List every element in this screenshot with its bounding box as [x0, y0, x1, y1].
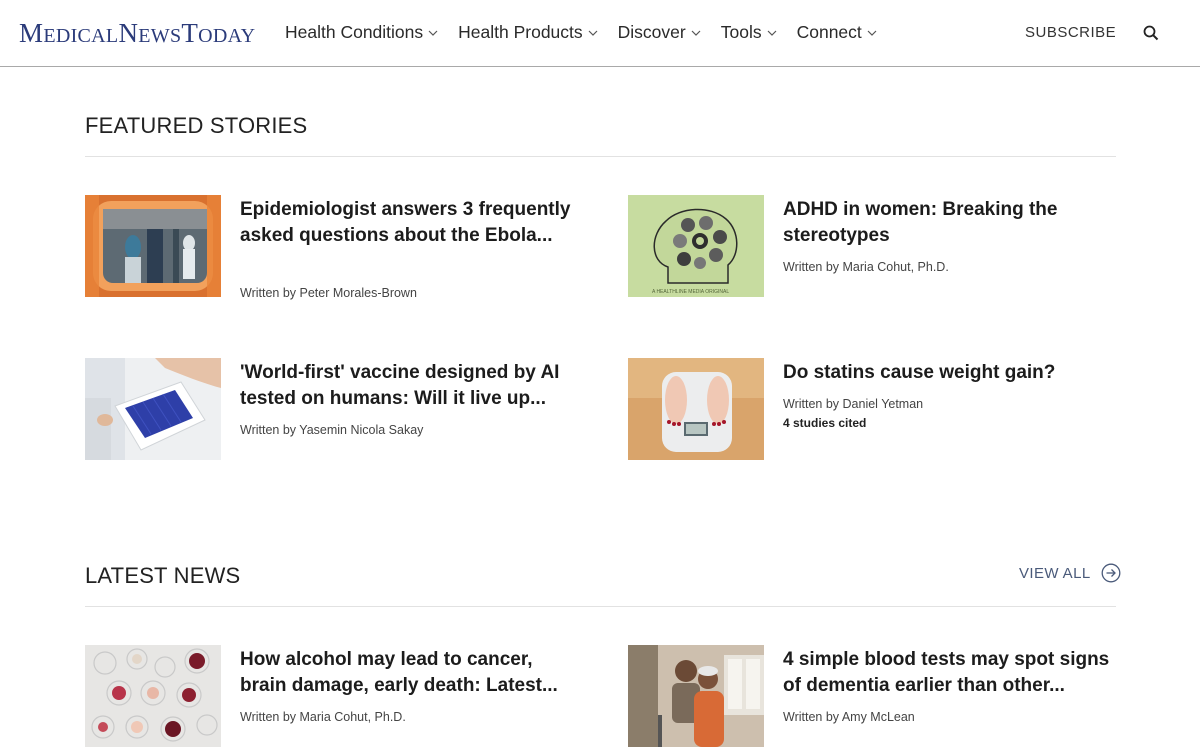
image-caption: A HEALTHLINE MEDIA ORIGINAL [652, 289, 729, 295]
search-icon[interactable] [1143, 25, 1159, 41]
wine-glasses-image [85, 645, 221, 747]
story-thumbnail [85, 645, 221, 747]
nav-label: Health Products [458, 22, 583, 42]
main-nav: Health Conditions Health Products Discov… [285, 22, 897, 43]
view-all-label: VIEW ALL [1019, 564, 1091, 582]
chevron-down-icon [691, 30, 701, 36]
section-divider [85, 156, 1116, 157]
story-author: Written by Amy McLean [783, 710, 915, 724]
story-author: Written by Yasemin Nicola Sakay [240, 423, 424, 437]
nav-label: Discover [617, 22, 686, 42]
latest-news-card[interactable]: How alcohol may lead to cancer, brain da… [85, 645, 558, 750]
logo-part: EDICAL [43, 25, 119, 47]
latest-news-card[interactable]: 4 simple blood tests may spot signs of d… [628, 645, 1109, 750]
scale-photo-image [628, 358, 764, 460]
vaccine-vials-image [85, 358, 221, 460]
nav-health-products[interactable]: Health Products [458, 22, 598, 43]
story-author: Written by Maria Cohut, Ph.D. [783, 260, 949, 274]
chevron-down-icon [588, 30, 598, 36]
story-author: Written by Daniel Yetman [783, 397, 924, 411]
logo-letter: T [181, 18, 199, 48]
nav-label: Connect [796, 22, 862, 42]
story-title[interactable]: Epidemiologist answers 3 frequently aske… [240, 197, 580, 249]
featured-story-card[interactable]: Epidemiologist answers 3 frequently aske… [85, 195, 570, 305]
older-women-image [628, 645, 764, 747]
nav-tools[interactable]: Tools [721, 22, 777, 43]
subscribe-button[interactable]: SUBSCRIBE [1025, 24, 1116, 41]
featured-story-card[interactable]: A HEALTHLINE MEDIA ORIGINAL ADHD in wome… [628, 195, 1098, 305]
story-title[interactable]: 4 simple blood tests may spot signs of d… [783, 647, 1123, 699]
logo-letter: N [118, 18, 139, 48]
story-thumbnail [628, 645, 764, 747]
story-thumbnail [85, 358, 221, 460]
chevron-down-icon [428, 30, 438, 36]
story-author: Written by Peter Morales-Brown [240, 286, 417, 300]
logo-letter: M [19, 18, 44, 48]
nav-label: Health Conditions [285, 22, 424, 42]
nav-discover[interactable]: Discover [618, 22, 701, 43]
chevron-down-icon [767, 30, 777, 36]
story-title[interactable]: Do statins cause weight gain? [783, 360, 1123, 386]
latest-news-heading: LATEST NEWS [85, 563, 241, 588]
story-author: Written by Maria Cohut, Ph.D. [240, 710, 406, 724]
chevron-down-icon [867, 30, 877, 36]
view-all-link[interactable]: VIEW ALL [1019, 563, 1121, 583]
nav-connect[interactable]: Connect [797, 22, 877, 43]
ebola-photo-image [85, 195, 221, 297]
logo-part: EWS [138, 25, 182, 47]
story-title[interactable]: 'World-first' vaccine designed by AI tes… [240, 360, 580, 412]
nav-label: Tools [720, 22, 762, 42]
site-header: MEDICALNEWSTODAY Health Conditions Healt… [0, 0, 1200, 67]
site-logo[interactable]: MEDICALNEWSTODAY [19, 18, 255, 49]
story-thumbnail: A HEALTHLINE MEDIA ORIGINAL [628, 195, 764, 297]
featured-story-card[interactable]: 'World-first' vaccine designed by AI tes… [85, 358, 559, 468]
story-thumbnail [85, 195, 221, 297]
section-divider [85, 606, 1116, 607]
adhd-illustration-image: A HEALTHLINE MEDIA ORIGINAL [628, 195, 764, 297]
arrow-right-circle-icon [1101, 563, 1121, 583]
nav-health-conditions[interactable]: Health Conditions [285, 22, 438, 43]
story-thumbnail [628, 358, 764, 460]
story-title[interactable]: ADHD in women: Breaking the stereotypes [783, 197, 1123, 249]
featured-stories-heading: FEATURED STORIES [85, 113, 308, 138]
studies-cited-badge[interactable]: 4 studies cited [783, 416, 866, 430]
logo-part: ODAY [198, 25, 256, 47]
featured-story-card[interactable]: Do statins cause weight gain? Written by… [628, 358, 1098, 468]
story-title[interactable]: How alcohol may lead to cancer, brain da… [240, 647, 580, 699]
